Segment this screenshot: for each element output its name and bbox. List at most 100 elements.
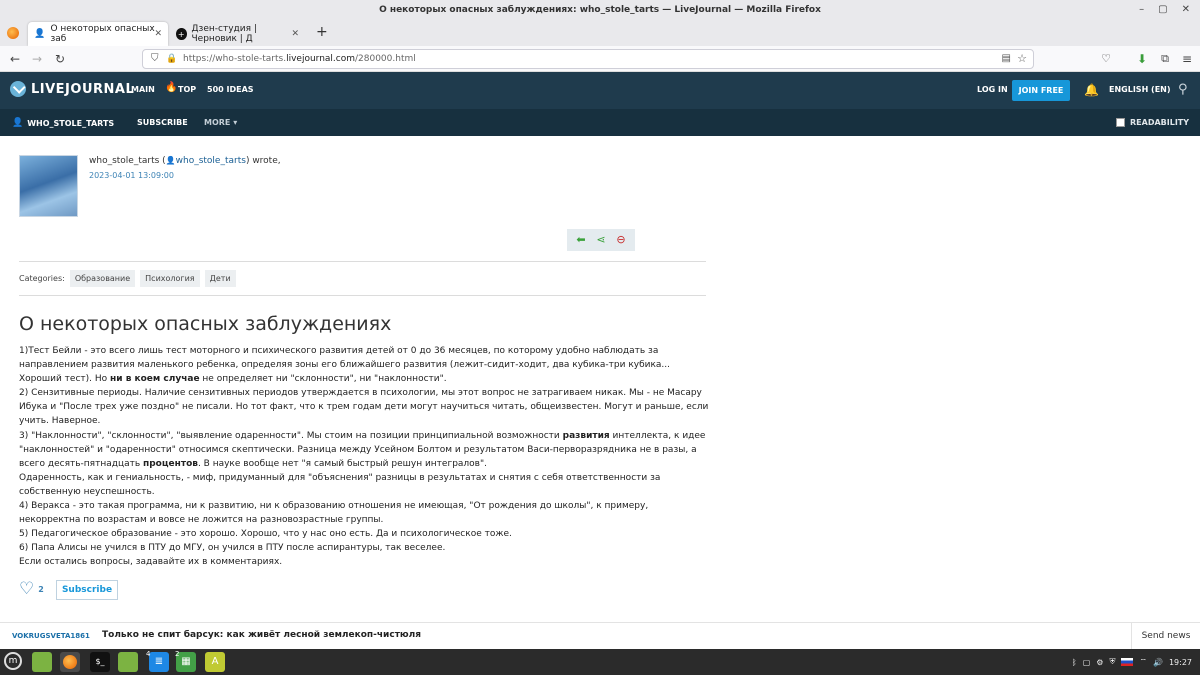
- user-icon: 👤: [12, 118, 24, 128]
- settings-icon[interactable]: ⚙: [1096, 658, 1103, 667]
- keyboard-layout-icon[interactable]: [1121, 658, 1134, 666]
- language-selector[interactable]: ENGLISH (EN): [1109, 85, 1171, 94]
- reader-view-icon[interactable]: ▤: [1002, 50, 1011, 68]
- wifi-icon[interactable]: ⌔: [1139, 657, 1147, 667]
- bold-text: ни в коем случае: [110, 374, 200, 385]
- forward-icon[interactable]: →: [29, 51, 45, 67]
- bluetooth-icon[interactable]: ᛒ: [1072, 658, 1077, 667]
- back-arrow-icon[interactable]: ⬅: [574, 233, 588, 247]
- navigation-bar: ← → ↻ ⛉ 🔒 https://who-stole-tarts.livejo…: [0, 46, 1200, 72]
- divider: [19, 261, 706, 262]
- chevron-down-icon: ▾: [233, 118, 238, 127]
- category-tag[interactable]: Психология: [140, 270, 200, 287]
- image-viewer-icon[interactable]: A: [205, 652, 225, 672]
- post-title: О некоторых опасных заблуждениях: [19, 313, 392, 335]
- url-prefix: https://who-stole-tarts.: [183, 54, 287, 64]
- lock-icon[interactable]: 🔒: [166, 50, 177, 68]
- post-author: who_stole_tarts (👤who_stole_tarts) wrote…: [89, 156, 281, 166]
- new-tab-button[interactable]: +: [316, 24, 328, 40]
- minimize-button[interactable]: –: [1139, 0, 1144, 20]
- shield-icon[interactable]: ⛉: [151, 50, 159, 68]
- terminal-icon[interactable]: $_: [90, 652, 110, 672]
- reload-icon[interactable]: ↻: [52, 51, 68, 67]
- login-link[interactable]: LOG IN: [977, 85, 1008, 94]
- nav-500-ideas[interactable]: 500 IDEAS: [207, 85, 254, 94]
- more-label: MORE: [204, 118, 231, 127]
- window-title: О некоторых опасных заблуждениях: who_st…: [379, 5, 821, 15]
- post-body: 1)Тест Бейли - это всего лишь тест мотор…: [19, 344, 709, 570]
- tab-dzen[interactable]: + Дзен-студия | Черновик | Д ✕: [170, 22, 305, 46]
- join-free-button[interactable]: JOIN FREE: [1012, 80, 1070, 101]
- tab-label: Дзен-студия | Черновик | Д: [191, 24, 257, 44]
- paragraph: 1)Тест Бейли - это всего лишь тест мотор…: [19, 344, 709, 386]
- user-icon: 👤: [165, 156, 176, 165]
- back-icon[interactable]: ←: [7, 51, 23, 67]
- menu-icon[interactable]: m: [4, 652, 22, 670]
- paragraph: 6) Папа Алисы не учился в ПТУ до МГУ, он…: [19, 543, 446, 554]
- subscribe-nav-link[interactable]: SUBSCRIBE: [137, 118, 188, 127]
- nav-top[interactable]: TOP: [178, 85, 196, 94]
- paragraph: Если остались вопросы, задавайте их в ко…: [19, 557, 283, 568]
- like-control[interactable]: ♡ 2: [19, 581, 44, 598]
- bold-text: процентов: [143, 458, 198, 469]
- close-window-button[interactable]: ✕: [1182, 0, 1190, 20]
- category-tag[interactable]: Дети: [204, 270, 236, 287]
- journal-user-link[interactable]: 👤 WHO_STOLE_TARTS: [12, 118, 114, 128]
- clock[interactable]: 19:27: [1169, 658, 1192, 667]
- extensions-icon[interactable]: ⧉: [1157, 51, 1173, 67]
- close-tab-icon[interactable]: ✕: [154, 29, 162, 39]
- files-icon[interactable]: [32, 652, 52, 672]
- search-icon[interactable]: ⚲: [1178, 82, 1188, 97]
- author-avatar[interactable]: [19, 155, 78, 217]
- divider: [19, 295, 706, 296]
- readability-toggle[interactable]: READABILITY: [1116, 118, 1189, 127]
- maximize-button[interactable]: ▢: [1158, 0, 1167, 20]
- update-icon[interactable]: ⛨: [1109, 657, 1115, 667]
- wrote-label: wrote,: [252, 156, 281, 166]
- category-tag[interactable]: Образование: [69, 270, 136, 287]
- post-date[interactable]: 2023-04-01 13:09:00: [89, 171, 174, 180]
- subscribe-button[interactable]: Subscribe: [56, 580, 118, 600]
- post-actions: ⬅ ⋖ ⊖: [567, 229, 635, 251]
- block-icon[interactable]: ⊖: [614, 233, 628, 247]
- dzen-icon: +: [176, 28, 187, 40]
- like-count: 2: [38, 585, 44, 594]
- clipboard-icon[interactable]: ▢: [1083, 658, 1091, 667]
- tab-lj-post[interactable]: 👤 О некоторых опасных заб ✕: [28, 22, 168, 46]
- paragraph: Одаренность, как и гениальность, - миф, …: [19, 472, 661, 497]
- downloads-icon[interactable]: ⬇: [1134, 51, 1150, 67]
- lj-header: LIVEJOURNAL MAIN 🔥 TOP 500 IDEAS LOG IN …: [0, 72, 1200, 109]
- menu-icon[interactable]: ≡: [1179, 51, 1195, 67]
- firefox-icon[interactable]: [60, 652, 80, 672]
- nav-main[interactable]: MAIN: [131, 85, 155, 94]
- os-taskbar: m $_ ≣ 4 ▦ 2 A ᛒ ▢ ⚙ ⛨ ⌔ 🔊 19:27: [0, 649, 1200, 675]
- lj-logo[interactable]: LIVEJOURNAL: [10, 81, 134, 97]
- more-menu[interactable]: MORE ▾: [204, 118, 237, 127]
- folder-icon[interactable]: [118, 652, 138, 672]
- text-run: не определяет ни "склонности", ни "накло…: [199, 374, 447, 385]
- heart-icon[interactable]: ♡: [19, 581, 34, 598]
- close-tab-icon[interactable]: ✕: [291, 29, 299, 39]
- url-bar[interactable]: ⛉ 🔒 https://who-stole-tarts.livejournal.…: [142, 49, 1034, 69]
- share-icon[interactable]: ⋖: [594, 233, 608, 247]
- author-link[interactable]: who_stole_tarts: [176, 156, 246, 166]
- text-run: 3) "Наклонности", "склонности", "выявлен…: [19, 430, 563, 441]
- bell-icon[interactable]: 🔔: [1084, 83, 1099, 97]
- bookmark-star-icon[interactable]: ☆: [1017, 50, 1027, 68]
- lj-logo-text: LIVEJOURNAL: [31, 81, 135, 97]
- news-bar: VOKRUGSVETA1861 Только не спит барсук: к…: [0, 622, 1200, 650]
- fire-icon: 🔥: [165, 82, 178, 93]
- text-editor-icon[interactable]: ≣: [149, 652, 169, 672]
- window-count-badge: 2: [175, 650, 180, 658]
- news-headline[interactable]: Только не спит барсук: как живёт лесной …: [102, 630, 421, 640]
- news-author[interactable]: VOKRUGSVETA1861: [12, 632, 90, 640]
- readability-checkbox[interactable]: [1116, 118, 1125, 127]
- volume-icon[interactable]: 🔊: [1153, 658, 1163, 667]
- lj-logo-icon: [10, 81, 26, 97]
- bold-text: развития: [562, 430, 610, 441]
- pocket-icon[interactable]: ♡: [1098, 51, 1114, 67]
- firefox-view-icon[interactable]: [7, 27, 19, 39]
- categories-label: Categories:: [19, 274, 65, 283]
- send-news-button[interactable]: Send news: [1131, 623, 1200, 650]
- journal-user-name: WHO_STOLE_TARTS: [27, 118, 115, 128]
